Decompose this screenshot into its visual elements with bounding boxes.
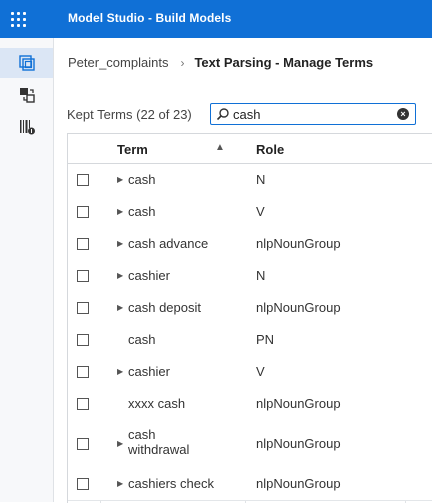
table-row[interactable]: ▶ cashiers check nlpNounGroup (68, 468, 432, 501)
table-row[interactable]: ▶ cashier N (68, 260, 432, 293)
rail-item-pipelines[interactable] (0, 48, 53, 78)
expand-caret-icon[interactable]: ▶ (117, 207, 123, 216)
table-row[interactable]: ▶ cash advance nlpNounGroup (68, 228, 432, 261)
table-header: Term ▲ Role (68, 134, 432, 164)
table-row[interactable]: ▶ cash deposit nlpNounGroup (68, 292, 432, 325)
role-cell: N (256, 268, 266, 283)
row-checkbox[interactable] (77, 302, 89, 314)
term-cell: cashier (128, 268, 170, 283)
expand-caret-icon[interactable]: ▶ (117, 439, 123, 448)
term-cell: cash (128, 332, 156, 347)
app-switcher-button[interactable] (0, 0, 36, 38)
term-cell: cash deposit (128, 300, 201, 315)
table-row[interactable]: cash PN (68, 324, 432, 357)
top-bar: Model Studio - Build Models (0, 0, 432, 38)
term-cell: cash advance (128, 236, 209, 251)
search-input[interactable] (233, 105, 393, 123)
table-row[interactable]: ▶ cash N (68, 164, 432, 197)
row-checkbox[interactable] (77, 398, 89, 410)
kept-terms-count: Kept Terms (22 of 23) (67, 107, 192, 122)
row-checkbox[interactable] (77, 238, 89, 250)
role-cell: nlpNounGroup (256, 300, 341, 315)
sort-ascending-icon[interactable]: ▲ (215, 142, 225, 153)
row-checkbox[interactable] (77, 478, 89, 490)
row-checkbox[interactable] (77, 438, 89, 450)
role-cell: V (256, 204, 265, 219)
row-checkbox[interactable] (77, 366, 89, 378)
term-cell: cash withdrawal (128, 427, 190, 457)
rail-item-compare[interactable] (0, 80, 53, 110)
term-cell: cash (128, 172, 156, 187)
expand-caret-icon[interactable]: ▶ (117, 271, 123, 280)
row-checkbox[interactable] (77, 174, 89, 186)
expand-caret-icon[interactable]: ▶ (117, 175, 123, 184)
grid-icon (10, 11, 26, 27)
breadcrumb: Peter_complaints › Text Parsing - Manage… (68, 55, 373, 70)
breadcrumb-project-link[interactable]: Peter_complaints (68, 55, 168, 70)
table-row[interactable]: xxxx cash nlpNounGroup (68, 388, 432, 421)
pipeline-icon (18, 55, 35, 71)
term-cell: cash (128, 204, 156, 219)
app-title: Model Studio - Build Models (68, 11, 232, 25)
term-cell: cashier (128, 364, 170, 379)
column-header-role[interactable]: Role (256, 142, 284, 157)
page-title: Text Parsing - Manage Terms (194, 55, 374, 70)
compare-icon (19, 88, 35, 103)
role-cell: nlpNounGroup (256, 476, 341, 491)
role-cell: nlpNounGroup (256, 436, 341, 451)
role-cell: V (256, 364, 265, 379)
row-checkbox[interactable] (77, 334, 89, 346)
search-icon (216, 108, 229, 121)
search-field[interactable]: × (210, 103, 416, 125)
clear-search-icon[interactable]: × (397, 108, 409, 120)
expand-caret-icon[interactable]: ▶ (117, 303, 123, 312)
role-cell: PN (256, 332, 275, 347)
table-row[interactable]: ▶ cash withdrawal nlpNounGroup (68, 420, 432, 469)
expand-caret-icon[interactable]: ▶ (117, 479, 123, 488)
role-cell: N (256, 172, 266, 187)
term-cell: xxxx cash (128, 396, 186, 411)
expand-caret-icon[interactable]: ▶ (117, 239, 123, 248)
table-row[interactable]: ▶ cashier V (68, 356, 432, 389)
expand-caret-icon[interactable]: ▶ (117, 367, 123, 376)
chevron-right-icon: › (180, 55, 185, 70)
rail-item-insights[interactable] (0, 112, 53, 142)
left-rail (0, 38, 54, 502)
row-checkbox[interactable] (77, 270, 89, 282)
terms-table: Term ▲ Role ▶ cash N ▶ cash V ▶ cash advance nlp… (67, 133, 432, 503)
barcode-lock-icon (19, 120, 35, 135)
table-row[interactable]: ▶ cash V (68, 196, 432, 229)
term-cell: cashiers check (128, 476, 214, 491)
role-cell: nlpNounGroup (256, 396, 341, 411)
row-checkbox[interactable] (77, 206, 89, 218)
role-cell: nlpNounGroup (256, 236, 341, 251)
column-header-term[interactable]: Term (117, 142, 148, 157)
